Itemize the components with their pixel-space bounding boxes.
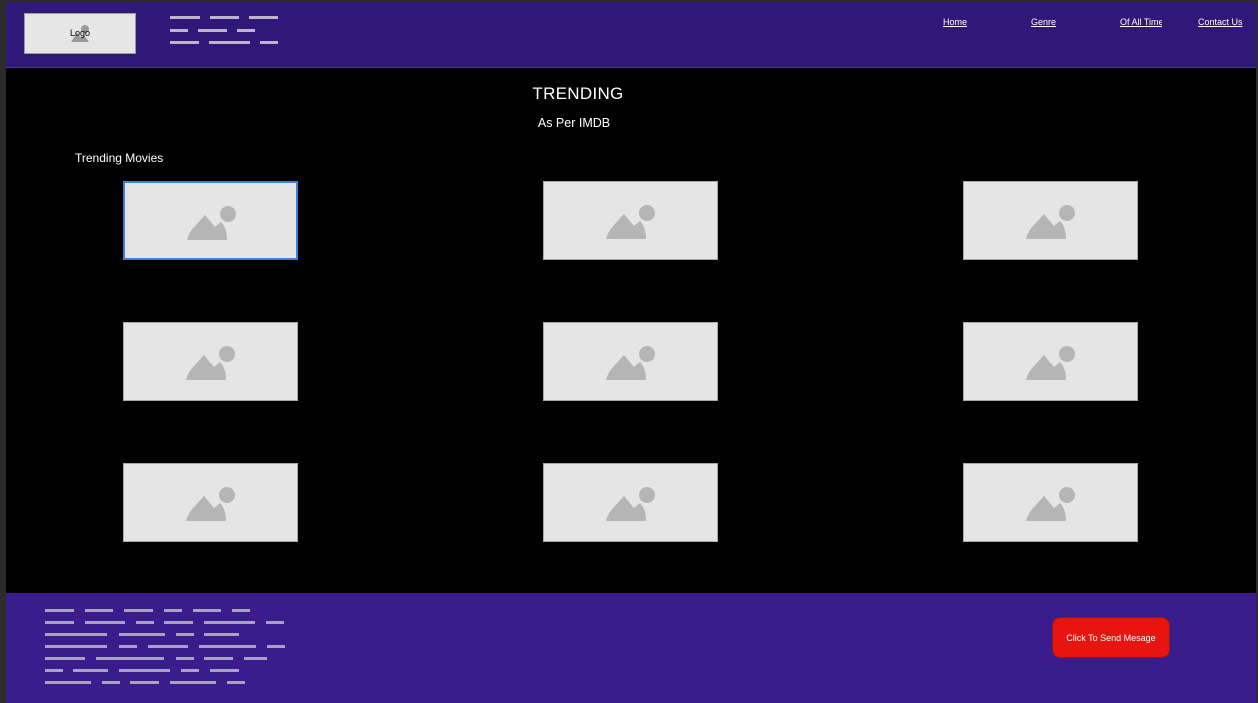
movie-thumbnail[interactable]	[543, 322, 718, 401]
image-placeholder-icon	[606, 205, 655, 239]
movie-thumbnail[interactable]	[123, 322, 298, 401]
image-placeholder-icon	[1026, 346, 1075, 380]
image-placeholder-icon	[186, 346, 235, 380]
movie-thumbnail[interactable]	[963, 181, 1138, 260]
image-placeholder-icon	[187, 206, 236, 240]
movie-thumbnail[interactable]	[123, 181, 298, 260]
image-placeholder-icon	[1026, 205, 1075, 239]
nav-home[interactable]: Home	[943, 17, 967, 27]
image-placeholder-icon	[1026, 487, 1075, 521]
movie-thumbnail[interactable]	[963, 463, 1138, 542]
movie-thumbnail[interactable]	[543, 181, 718, 260]
image-placeholder-icon	[606, 346, 655, 380]
footer: Click To Send Mesage	[6, 593, 1256, 703]
header: Logo Home Genre Of All Time Contact Us	[6, 2, 1256, 68]
movie-thumbnail[interactable]	[543, 463, 718, 542]
page-frame: Logo Home Genre Of All Time Contact Us T…	[6, 2, 1256, 703]
movie-thumbnail[interactable]	[123, 463, 298, 542]
image-placeholder-icon	[186, 487, 235, 521]
section-label: Trending Movies	[75, 151, 164, 165]
logo-label: Logo	[69, 28, 91, 38]
page-title: TRENDING	[532, 84, 624, 103]
movie-thumbnail[interactable]	[963, 322, 1138, 401]
send-message-button[interactable]: Click To Send Mesage	[1052, 617, 1170, 658]
nav-genre[interactable]: Genre	[1031, 17, 1056, 27]
logo[interactable]: Logo	[24, 13, 136, 54]
nav-of-all-time[interactable]: Of All Time	[1120, 17, 1162, 27]
nav-contact-us[interactable]: Contact Us	[1198, 17, 1243, 27]
image-placeholder-icon	[606, 487, 655, 521]
page-subtitle: As Per IMDB	[537, 116, 611, 130]
